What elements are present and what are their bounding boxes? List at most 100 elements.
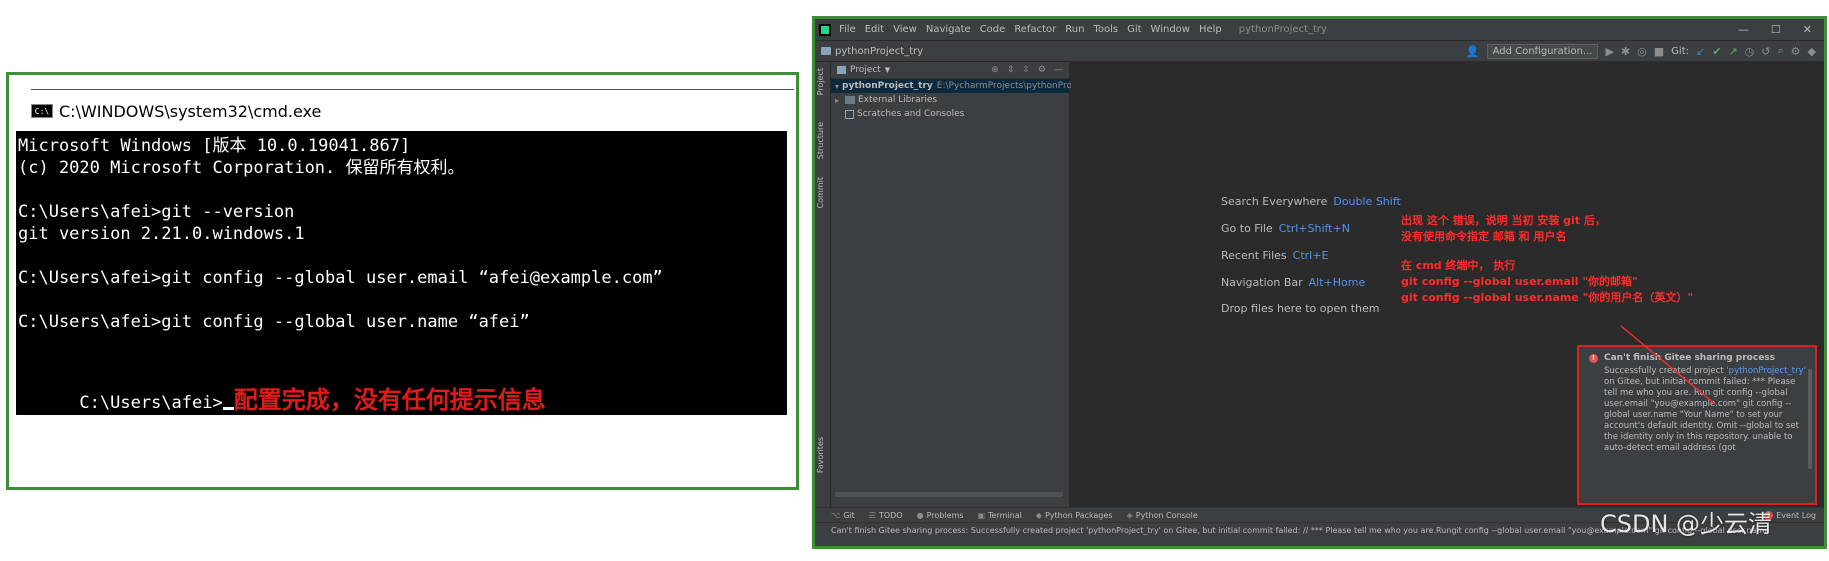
hint-shortcut: Double Shift: [1333, 195, 1401, 208]
close-icon[interactable]: ✕: [1803, 23, 1812, 36]
cmd-line: C:\Users\afei>git config --global user.n…: [18, 312, 530, 332]
menu-navigate[interactable]: Navigate: [926, 24, 971, 35]
tree-item-path: E:\PycharmProjects\pythonProject: [936, 81, 1089, 91]
tab-commit[interactable]: Commit: [816, 177, 825, 208]
annotation-line: git config --global user.name "你的用户名（英文）…: [1401, 291, 1694, 304]
annotation-line: 在 cmd 终端中， 执行: [1401, 259, 1516, 272]
project-panel: Project ▼ ⊕ ⇕ ⇳ ⚙ — ▾ pythonProject_try …: [831, 62, 1089, 507]
horizontal-scrollbar[interactable]: [835, 492, 1063, 497]
event-log-label: Event Log: [1776, 510, 1816, 520]
add-configuration-button[interactable]: Add Configuration...: [1486, 43, 1599, 59]
stop-icon[interactable]: ■: [1654, 45, 1664, 58]
error-icon: !: [1589, 353, 1598, 363]
debug-icon[interactable]: ✱: [1621, 45, 1630, 58]
cmd-screenshot-frame: C:\ C:\WINDOWS\system32\cmd.exe Microsof…: [6, 72, 799, 490]
menu-bar: File Edit View Navigate Code Refactor Ru…: [815, 19, 1824, 40]
tab-project[interactable]: Project: [816, 68, 825, 95]
tab-git[interactable]: ⌥ Git: [831, 511, 855, 520]
git-update-icon[interactable]: ↙: [1696, 45, 1705, 58]
cmd-cursor: [222, 407, 234, 410]
collapse-all-icon[interactable]: ⇳: [1022, 65, 1030, 75]
cmd-console[interactable]: Microsoft Windows [版本 10.0.19041.867] (c…: [16, 131, 787, 415]
git-commit-icon[interactable]: ✔: [1712, 45, 1721, 58]
chevron-down-icon[interactable]: ▼: [885, 66, 890, 74]
rollback-icon[interactable]: ↺: [1761, 45, 1770, 58]
git-icon: ⌥: [831, 510, 841, 520]
plugin-icon[interactable]: ◆: [1808, 45, 1816, 58]
expand-all-icon[interactable]: ⇕: [1007, 65, 1015, 75]
history-icon[interactable]: ◷: [1745, 45, 1755, 58]
hint-shortcut: Alt+Home: [1308, 276, 1366, 289]
tab-todo[interactable]: ☰ TODO: [869, 511, 903, 520]
cmd-titlebar[interactable]: C:\ C:\WINDOWS\system32\cmd.exe: [31, 97, 321, 125]
annotation-line: git config --global user.email "你的邮箱": [1401, 275, 1638, 288]
breadcrumb[interactable]: pythonProject_try: [835, 46, 923, 57]
notification-title-text: Can't finish Gitee sharing process: [1604, 353, 1776, 363]
tab-python-console[interactable]: ◈ Python Console: [1127, 511, 1198, 520]
annotation-line: 出现 这个 错误，说明 当初 安装 git 后，: [1401, 214, 1606, 227]
hide-icon[interactable]: —: [1054, 65, 1063, 75]
tab-label: Python Packages: [1044, 510, 1113, 520]
menu-view[interactable]: View: [893, 24, 917, 35]
tab-python-packages[interactable]: ◆ Python Packages: [1036, 511, 1113, 520]
search-icon[interactable]: ⌕: [1777, 44, 1783, 58]
package-icon: ◆: [1035, 510, 1042, 520]
tree-item-scratches[interactable]: Scratches and Consoles: [831, 107, 1069, 121]
tab-favorites[interactable]: Favorites: [816, 437, 825, 473]
library-icon: [845, 96, 855, 104]
hint-text: Go to File: [1221, 222, 1273, 235]
menu-help[interactable]: Help: [1199, 24, 1222, 35]
window-title: pythonProject_try: [1238, 24, 1327, 35]
minimize-icon[interactable]: —: [1738, 23, 1749, 36]
menu-file[interactable]: File: [839, 24, 856, 35]
chevron-down-icon[interactable]: ▾: [835, 82, 839, 91]
left-tool-strip: Project Structure Commit Favorites: [815, 62, 831, 507]
tab-problems[interactable]: ● Problems: [917, 511, 964, 520]
menu-tools[interactable]: Tools: [1093, 24, 1118, 35]
notification-text: on Gitee, but initial commit failed: ***…: [1604, 377, 1799, 453]
hint-shortcut: Ctrl+Shift+N: [1278, 222, 1350, 235]
project-view-selector[interactable]: Project: [850, 65, 881, 75]
tab-terminal[interactable]: ▣ Terminal: [977, 511, 1021, 520]
problems-icon: ●: [916, 510, 924, 520]
tree-item-external-libraries[interactable]: ▸ External Libraries: [831, 93, 1069, 107]
git-label: Git:: [1671, 45, 1689, 57]
locate-icon[interactable]: ⊕: [991, 65, 999, 75]
cmd-line: C:\Users\afei>git --version: [18, 202, 295, 222]
gear-icon[interactable]: ⚙: [1791, 45, 1801, 58]
project-view-icon: [837, 66, 846, 74]
maximize-icon[interactable]: ☐: [1771, 23, 1781, 36]
error-notification-balloon[interactable]: ! Can't finish Gitee sharing process Suc…: [1577, 345, 1817, 505]
coverage-icon[interactable]: ◎: [1637, 45, 1647, 58]
git-push-icon[interactable]: ↗: [1728, 45, 1737, 58]
menu-refactor[interactable]: Refactor: [1014, 24, 1056, 35]
notification-text: Successfully created project: [1604, 366, 1724, 376]
cmd-annotation: 配置完成，没有任何提示信息: [233, 385, 546, 414]
chevron-right-icon[interactable]: ▸: [835, 96, 845, 105]
window-controls: — ☐ ✕: [1738, 23, 1824, 36]
hint-shortcut: Ctrl+E: [1292, 249, 1329, 262]
notification-scrollbar[interactable]: [1808, 369, 1812, 469]
cmd-line: C:\Users\afei>git config --global user.e…: [18, 268, 663, 288]
menu-git[interactable]: Git: [1127, 24, 1141, 35]
tab-structure[interactable]: Structure: [816, 122, 825, 159]
menu-run[interactable]: Run: [1065, 24, 1084, 35]
project-link[interactable]: 'pythonProject_try': [1726, 366, 1806, 376]
console-icon: ◈: [1126, 510, 1133, 520]
pycharm-logo-icon: [819, 23, 831, 36]
menu-window[interactable]: Window: [1151, 24, 1190, 35]
run-icon[interactable]: ▶: [1605, 45, 1613, 58]
tree-item-label: Scratches and Consoles: [857, 109, 965, 119]
menu-code[interactable]: Code: [980, 24, 1006, 35]
tree-item-project-root[interactable]: ▾ pythonProject_try E:\PycharmProjects\p…: [831, 79, 1089, 93]
tab-label: Python Console: [1135, 510, 1198, 520]
hint-text: Drop files here to open them: [1221, 302, 1380, 315]
tab-label: Git: [843, 510, 855, 520]
menu-edit[interactable]: Edit: [865, 24, 884, 35]
hint-drop-files: Drop files here to open them: [1221, 302, 1385, 315]
gear-icon[interactable]: ⚙: [1038, 65, 1046, 75]
hint-search-everywhere: Search Everywhere Double Shift: [1221, 195, 1401, 208]
hint-recent-files: Recent Files Ctrl+E: [1221, 249, 1328, 262]
user-icon[interactable]: 👤: [1466, 45, 1480, 58]
cmd-app-icon: C:\: [31, 104, 53, 118]
